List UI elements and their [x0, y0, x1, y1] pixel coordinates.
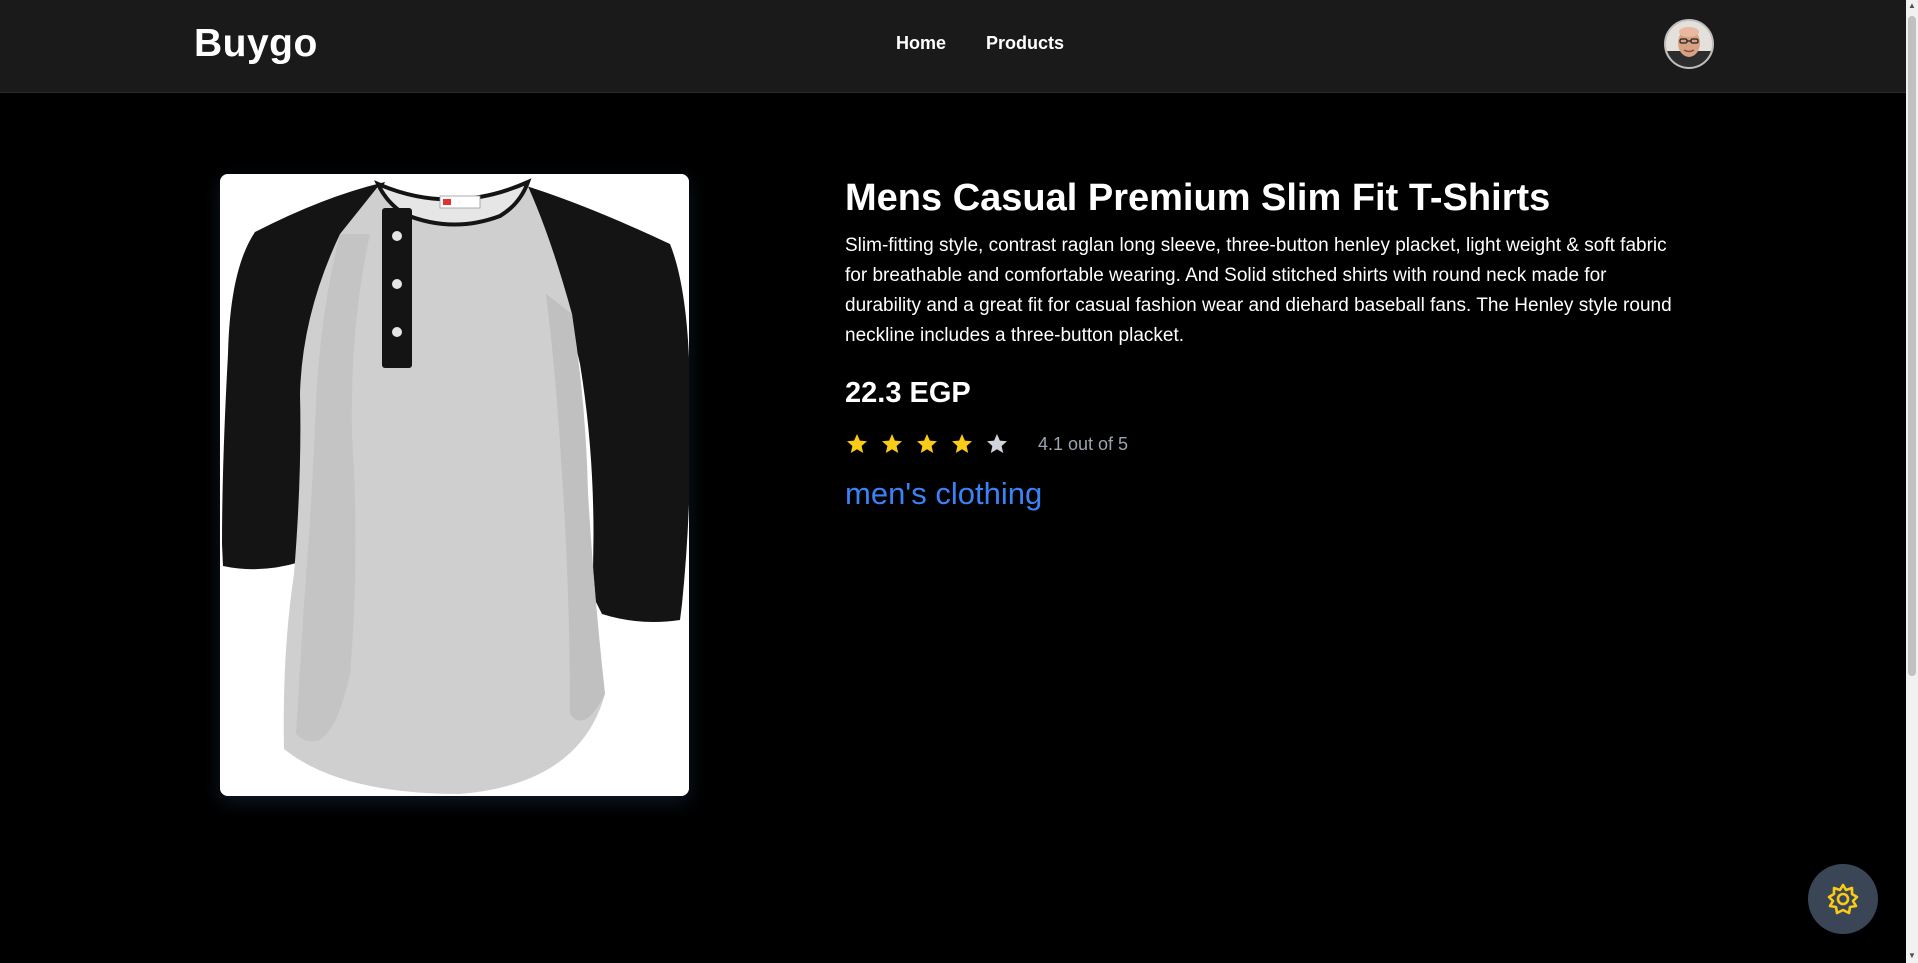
scrollbar-thumb[interactable]: [1908, 16, 1916, 676]
sun-gear-icon: [1827, 883, 1859, 915]
product-details: Mens Casual Premium Slim Fit T-Shirts Sl…: [845, 175, 1685, 512]
brand-logo[interactable]: Buygo: [194, 22, 318, 66]
avatar-image: [1666, 21, 1712, 67]
nav-link-products[interactable]: Products: [986, 33, 1064, 54]
star-icon: [882, 434, 902, 453]
product-image: [220, 174, 689, 796]
nav-link-home[interactable]: Home: [896, 33, 946, 54]
top-navbar: Buygo Home Products: [0, 0, 1906, 93]
settings-button[interactable]: [1808, 864, 1878, 934]
product-price: 22.3 EGP: [845, 377, 971, 409]
main-nav: Home Products: [896, 33, 1064, 54]
product-title: Mens Casual Premium Slim Fit T-Shirts: [845, 177, 1551, 219]
rating-label: 4.1 out of 5: [1038, 433, 1129, 454]
product-description: Slim-fitting style, contrast raglan long…: [845, 235, 1672, 346]
star-icon: [952, 434, 972, 453]
scroll-up-icon[interactable]: ▲: [1908, 2, 1916, 10]
star-empty-icon: [987, 434, 1007, 453]
star-icon: [847, 434, 867, 453]
scroll-down-icon[interactable]: ▼: [1908, 952, 1916, 960]
category-link[interactable]: men's clothing: [845, 476, 1042, 512]
product-rating: 4.1 out of 5: [845, 432, 1685, 456]
star-icon: [917, 434, 937, 453]
henley-shirt-illustration: [220, 174, 689, 796]
user-avatar[interactable]: [1664, 19, 1714, 69]
page-scrollbar[interactable]: ▲ ▼: [1906, 0, 1918, 963]
